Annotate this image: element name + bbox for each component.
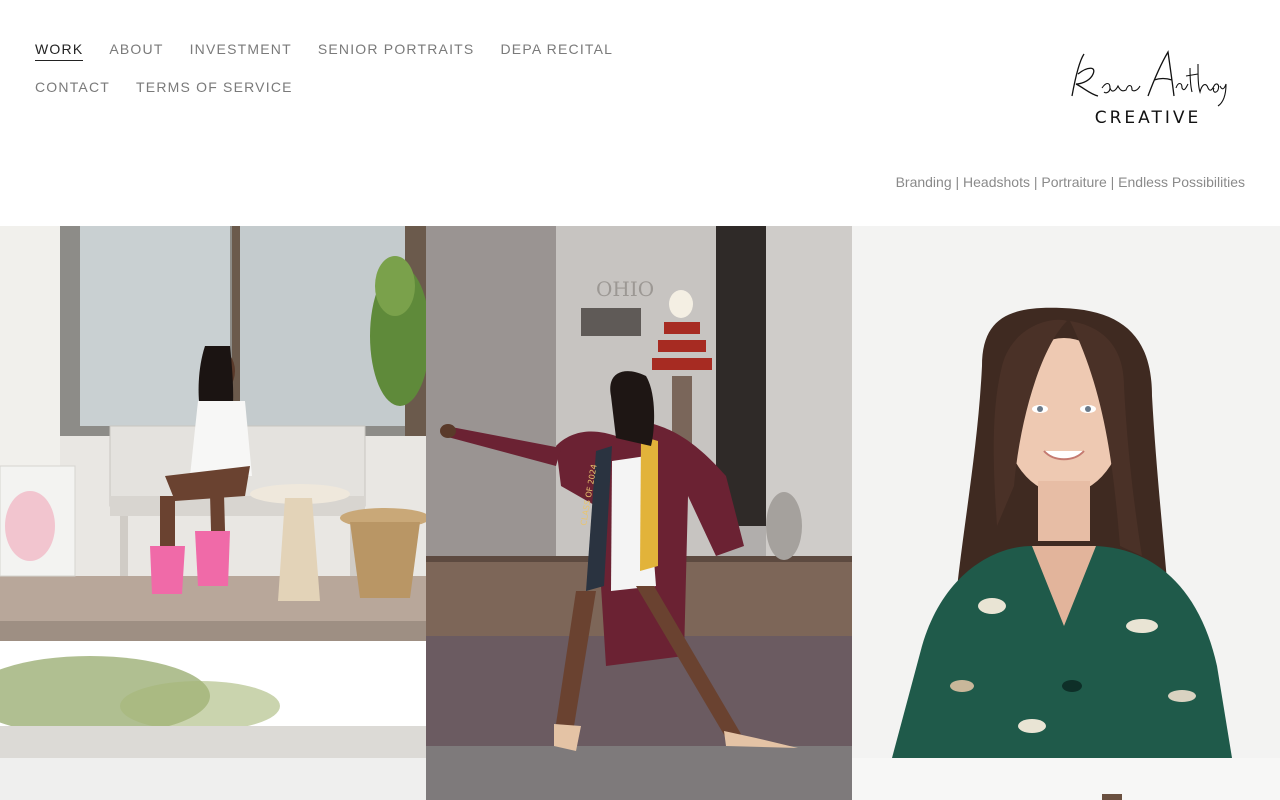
photo-icon: OHIO CLASS OF 2024 bbox=[426, 226, 852, 800]
gallery-tile-partial-left[interactable] bbox=[0, 758, 426, 800]
nav-link-investment[interactable]: INVESTMENT bbox=[190, 38, 292, 60]
gallery-tile-partial-right[interactable] bbox=[852, 758, 1280, 800]
nav-link-about[interactable]: ABOUT bbox=[109, 38, 163, 60]
nav-row-secondary: CONTACT TERMS OF SERVICE bbox=[35, 76, 655, 98]
photo-gallery: OHIO CLASS OF 2024 bbox=[0, 226, 1280, 800]
nav-link-work[interactable]: WORK bbox=[35, 38, 84, 61]
nav-row-primary: WORK ABOUT INVESTMENT SENIOR PORTRAITS D… bbox=[35, 38, 655, 61]
nav-link-terms-of-service[interactable]: TERMS OF SERVICE bbox=[136, 76, 293, 98]
photo-icon bbox=[852, 758, 1280, 800]
gallery-tile-headshot-portrait[interactable] bbox=[852, 226, 1280, 758]
site-header: WORK ABOUT INVESTMENT SENIOR PORTRAITS D… bbox=[0, 0, 1280, 226]
gallery-tile-graduate-portrait[interactable]: OHIO CLASS OF 2024 bbox=[426, 226, 852, 800]
site-tagline: Branding | Headshots | Portraiture | End… bbox=[895, 174, 1245, 190]
logo-signature-icon: CREATIVE bbox=[1071, 50, 1227, 128]
photo-icon bbox=[0, 758, 426, 800]
svg-text:OHIO: OHIO bbox=[596, 277, 654, 301]
site-logo[interactable]: CREATIVE bbox=[1058, 44, 1238, 134]
photo-icon bbox=[852, 226, 1280, 758]
nav-link-depa-recital[interactable]: DEPA RECITAL bbox=[500, 38, 613, 60]
nav-link-senior-portraits[interactable]: SENIOR PORTRAITS bbox=[318, 38, 475, 60]
logo-sub-text: CREATIVE bbox=[1095, 108, 1202, 128]
photo-icon bbox=[0, 226, 426, 758]
nav-link-contact[interactable]: CONTACT bbox=[35, 76, 110, 98]
gallery-tile-patio-portrait[interactable] bbox=[0, 226, 426, 758]
main-navigation: WORK ABOUT INVESTMENT SENIOR PORTRAITS D… bbox=[35, 38, 655, 98]
